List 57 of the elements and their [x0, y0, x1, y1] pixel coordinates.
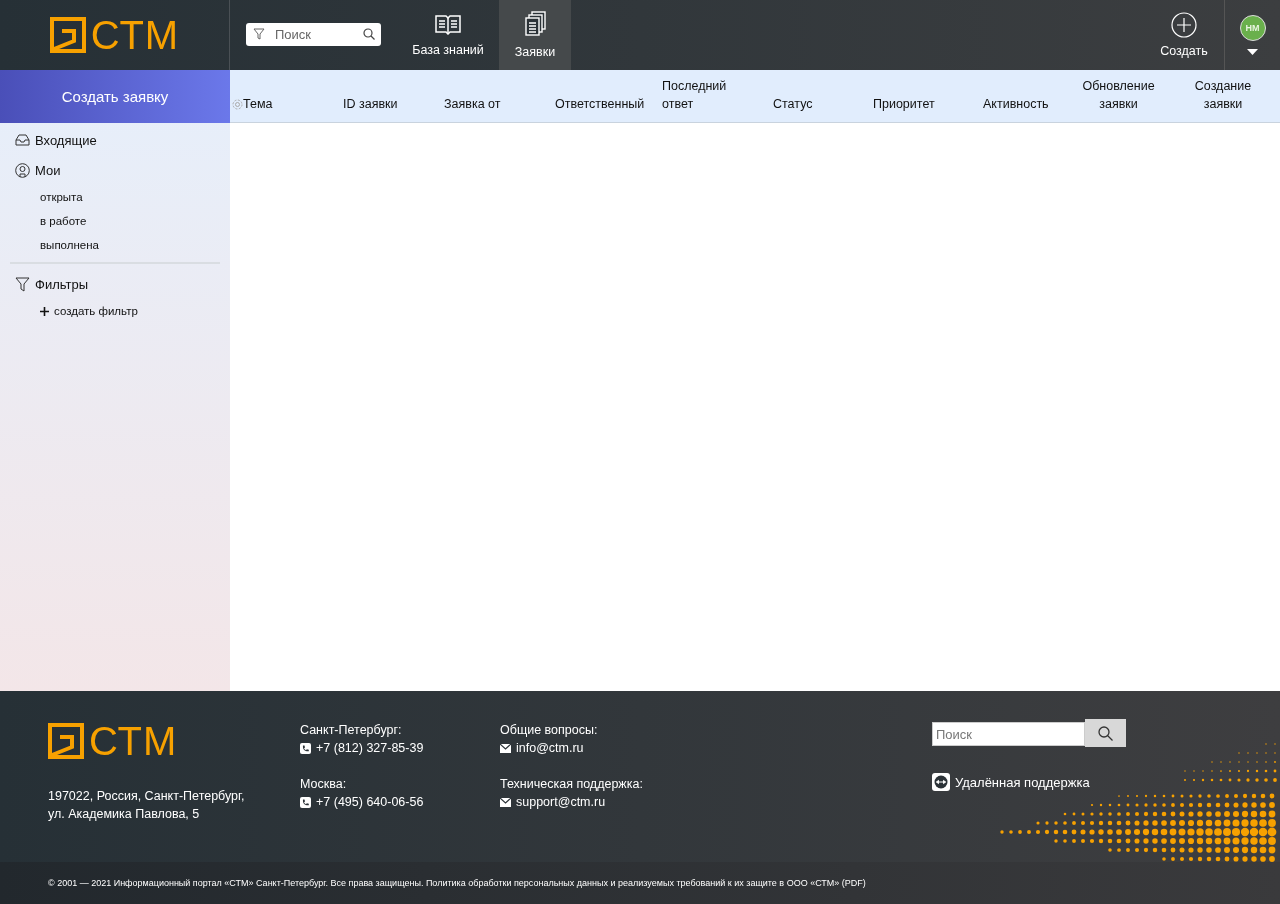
- sidebar-subitem[interactable]: открыта: [40, 191, 83, 203]
- nav-tab[interactable]: База знаний: [397, 0, 499, 70]
- column-header[interactable]: ID заявки: [343, 95, 398, 113]
- search-icon: [363, 28, 375, 40]
- logo-frame-icon: [49, 17, 86, 53]
- sidebar-item[interactable]: Мои: [35, 162, 61, 178]
- envelope-icon: [500, 743, 511, 753]
- footer-search-field[interactable]: Поиск: [932, 722, 1085, 746]
- column-header[interactable]: Ответственный: [555, 95, 645, 113]
- footer-logo-text: СТМ: [89, 721, 178, 761]
- column-header[interactable]: Заявка от: [444, 95, 501, 113]
- contact-value[interactable]: info@ctm.ru: [516, 739, 584, 757]
- contact-value[interactable]: +7 (812) 327-85-39: [316, 739, 424, 757]
- search-field[interactable]: Поиск: [246, 23, 381, 46]
- create-button[interactable]: Создать: [1144, 0, 1224, 70]
- inbox-icon: [15, 134, 30, 146]
- envelope-icon: [500, 797, 511, 807]
- documents-icon: [524, 11, 546, 37]
- create-filter-link[interactable]: создать фильтр: [54, 305, 138, 317]
- sidebar-item[interactable]: Фильтры: [35, 276, 88, 292]
- caret-icon: [1247, 49, 1258, 55]
- phone-icon: [300, 742, 311, 754]
- sidebar-item[interactable]: Входящие: [35, 132, 97, 148]
- column-header[interactable]: Тема: [243, 95, 273, 113]
- search-button[interactable]: [1085, 719, 1126, 747]
- column-header[interactable]: Последний ответ: [662, 78, 742, 113]
- book-icon: [434, 13, 462, 35]
- contact-value[interactable]: +7 (495) 640-06-56: [316, 793, 424, 811]
- remote-support-icon: [932, 773, 950, 791]
- phone-icon: [300, 796, 311, 808]
- nav-tab[interactable]: Заявки: [499, 0, 571, 70]
- filter-icon: [253, 28, 265, 40]
- logo-frame-icon: [48, 723, 84, 759]
- address-text: ул. Академика Павлова, 5: [48, 806, 201, 823]
- create-ticket-button[interactable]: Создать заявку: [0, 70, 230, 123]
- sidebar-subitem[interactable]: выполнена: [40, 239, 99, 251]
- column-header[interactable]: Приоритет: [873, 95, 935, 113]
- contact-value[interactable]: support@ctm.ru: [516, 793, 606, 811]
- copyright-text: © 2001 — 2021 Информационный портал «СТМ» Санкт-Петербург. Все права защищены. Политика обработки персональных данных и реализуемых требований к их защите в ООО «СТМ» (PDF): [48, 878, 866, 888]
- logo-text[interactable]: СТМ: [90, 15, 180, 55]
- plus-circle-icon: [1171, 12, 1197, 38]
- plus-icon: [40, 306, 49, 316]
- remote-support-link[interactable]: Удалённая поддержка: [955, 774, 1090, 790]
- search-icon: [1098, 725, 1113, 741]
- contact-title: Техническая поддержка:: [500, 776, 644, 793]
- address-text: 197022, Россия, Санкт-Петербург,: [48, 788, 246, 805]
- filter-icon: [15, 276, 30, 292]
- sidebar-subitem[interactable]: в работе: [40, 215, 87, 227]
- column-header[interactable]: Активность: [983, 95, 1049, 113]
- column-header[interactable]: Обновление заявки: [1078, 78, 1159, 113]
- column-header[interactable]: Создание заявки: [1183, 78, 1263, 113]
- gear-icon: [232, 99, 243, 110]
- contact-title: Общие вопросы:: [500, 722, 599, 739]
- contact-title: Санкт-Петербург:: [300, 722, 403, 739]
- column-header[interactable]: Статус: [773, 95, 813, 113]
- user-icon: [15, 162, 30, 178]
- contact-title: Москва:: [300, 776, 348, 793]
